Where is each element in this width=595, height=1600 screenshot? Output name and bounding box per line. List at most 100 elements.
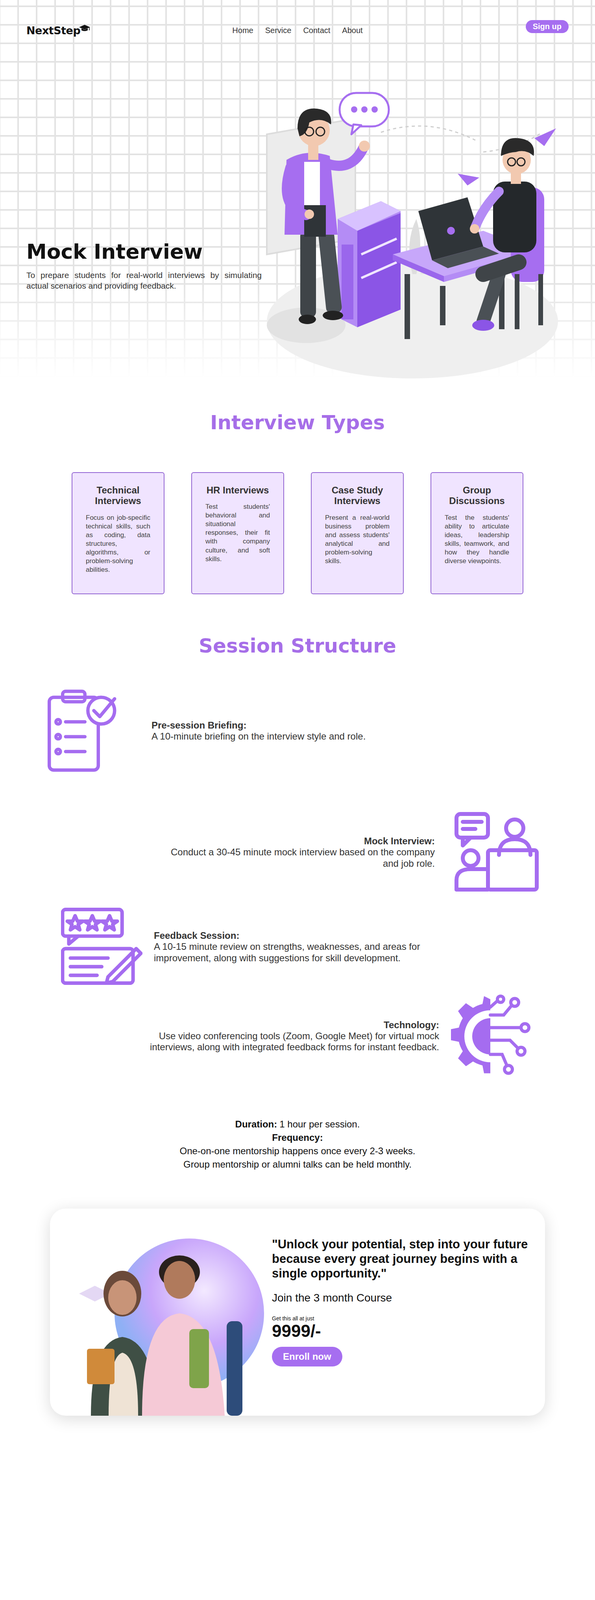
duration-line: Duration:1 hour per session. — [0, 1116, 595, 1131]
price-label: Get this all at just — [271, 1314, 536, 1321]
icon-shape — [483, 262, 519, 274]
session-step: Technology:Use video conferencing tools … — [0, 993, 595, 1078]
icon-shape — [106, 947, 141, 983]
icon-shape — [142, 1312, 225, 1415]
icon-shape — [226, 1320, 243, 1415]
icon-shape — [103, 1269, 142, 1316]
icon-shape — [308, 144, 319, 160]
icon-shape — [62, 908, 122, 936]
icon-shape — [108, 1279, 137, 1314]
icon-shape — [404, 273, 411, 339]
frequency-line: Frequency: — [0, 1130, 595, 1144]
course-title: Join the 3 month Course — [271, 1290, 536, 1304]
icon-shape — [70, 955, 109, 960]
logo[interactable]: NextStep — [26, 24, 232, 37]
schedule: Duration:1 hour per session.Frequency:On… — [0, 1116, 595, 1171]
nav-link[interactable]: Contact — [302, 24, 331, 37]
hero-text: Mock InterviewTo prepare students for re… — [26, 88, 262, 300]
icon-shape — [498, 838, 531, 855]
icon-shape — [341, 244, 354, 320]
icon-shape — [351, 106, 358, 113]
icon-shape — [84, 914, 101, 930]
step-title: Technology: — [140, 1018, 440, 1030]
icon-graphic — [71, 1233, 265, 1415]
icon-shape — [88, 27, 90, 31]
icon-shape — [447, 226, 455, 235]
icon-shape — [456, 886, 488, 891]
gear-circuit-icon — [448, 993, 533, 1078]
top-nav: NextStep Home Service Contact About Sign up — [0, 0, 595, 37]
section-heading: Interview Types — [0, 402, 595, 435]
icon-shape — [506, 818, 524, 837]
interview-card[interactable]: Technical InterviewsFocus on job-specifi… — [71, 471, 165, 594]
session-step: Mock Interview:Conduct a 30-45 minute mo… — [0, 810, 595, 894]
step-text: Feedback Session:A 10-15 minute review o… — [153, 929, 438, 963]
icon-shape — [163, 1260, 196, 1298]
icon-shape — [358, 140, 370, 152]
icon-shape — [487, 849, 537, 889]
interview-card[interactable]: HR InterviewsTest students' behavioral a… — [191, 471, 285, 594]
page: NextStep Home Service Contact About Sign up Mo… — [0, 0, 595, 1599]
card-title: Case Study Interviews — [325, 484, 390, 507]
quote: "Unlock your potential, step into your f… — [271, 1236, 536, 1280]
icon-graphic — [453, 810, 540, 894]
enroll-text: "Unlock your potential, step into your f… — [264, 1207, 536, 1400]
icon-shape — [67, 914, 84, 930]
nav-link[interactable]: Home — [231, 24, 254, 37]
icon-graphic — [60, 907, 143, 986]
icon-shape — [469, 223, 480, 234]
icon-shape — [490, 999, 498, 1007]
clipboard-check-icon — [46, 687, 121, 774]
icon-shape — [65, 719, 85, 723]
icon-shape — [456, 868, 488, 889]
price: 9999/- — [271, 1320, 536, 1340]
interview-cards: Technical InterviewsFocus on job-specifi… — [0, 471, 595, 594]
icon-shape — [65, 734, 85, 738]
icon-shape — [86, 1347, 115, 1384]
icon-graphic — [262, 88, 571, 379]
step-title: Feedback Session: — [153, 929, 438, 941]
hero: Mock InterviewTo prepare students for re… — [0, 88, 595, 379]
icon-shape — [300, 230, 316, 318]
icon-shape — [68, 935, 79, 944]
icon-shape — [517, 1046, 525, 1055]
nav-link[interactable]: About — [341, 24, 364, 37]
icon-shape — [490, 1025, 522, 1029]
icon-shape — [70, 964, 102, 968]
step-description: A 10-minute briefing on the interview st… — [151, 730, 366, 742]
icon-shape — [70, 972, 98, 977]
icon-shape — [507, 157, 516, 166]
icon-shape — [55, 748, 61, 753]
enroll-button[interactable]: Enroll now — [271, 1345, 343, 1366]
students-photo — [71, 1233, 265, 1415]
card-text: Test students' behavioral and situationa… — [205, 502, 270, 564]
icon-shape — [521, 1022, 529, 1031]
icon-shape — [81, 28, 88, 32]
icon-shape — [65, 749, 85, 753]
hero-description: To prepare students for real-world inter… — [26, 269, 262, 291]
interview-card[interactable]: Case Study InterviewsPresent a real-worl… — [310, 471, 404, 594]
icon-shape — [439, 285, 446, 326]
icon-shape — [315, 127, 325, 136]
interview-card[interactable]: Group DiscussionsTest the students' abil… — [430, 471, 524, 594]
interview-illustration — [262, 88, 571, 379]
icon-shape — [500, 138, 535, 156]
nav-link[interactable]: Service — [264, 24, 293, 37]
icon-shape — [462, 849, 479, 866]
section-heading: Session Structure — [0, 633, 595, 658]
icon-shape — [357, 212, 401, 328]
icon-shape — [337, 201, 401, 328]
icon-shape — [497, 995, 504, 1002]
icon-shape — [475, 191, 499, 227]
icon-shape — [371, 106, 378, 113]
signup-button[interactable]: Sign up — [525, 20, 569, 34]
icon-shape — [538, 273, 544, 326]
logo-text[interactable]: NextStep — [26, 24, 81, 37]
icon-shape — [286, 167, 307, 215]
icon-graphic — [78, 24, 91, 32]
graduation-cap-icon — [78, 22, 91, 30]
icon-graphic — [448, 993, 533, 1078]
icon-shape — [93, 698, 115, 716]
card-text: Test the students' ability to articulate… — [444, 513, 510, 566]
icon-shape — [317, 229, 343, 314]
